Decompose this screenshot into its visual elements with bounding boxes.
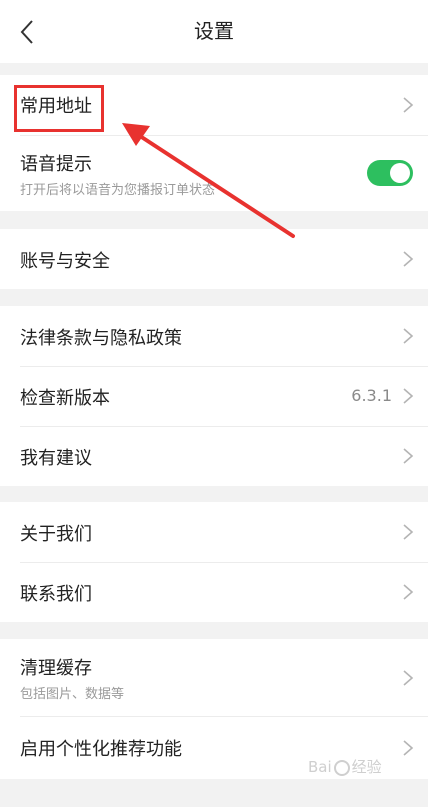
- watermark-text-a: Bai: [308, 758, 332, 776]
- settings-group-account: 账号与安全: [0, 229, 428, 289]
- settings-group-company: 关于我们 联系我们: [0, 502, 428, 622]
- chevron-right-icon: [403, 670, 414, 686]
- chevron-right-icon: [403, 251, 414, 267]
- watermark-logo: Bai 经验: [308, 756, 382, 777]
- row-legal-privacy[interactable]: 法律条款与隐私政策: [0, 306, 428, 366]
- row-account-security-label: 账号与安全: [20, 251, 110, 272]
- row-account-security[interactable]: 账号与安全: [0, 229, 428, 289]
- chevron-right-icon: [403, 328, 414, 344]
- navigation-bar: 设置: [0, 0, 428, 63]
- chevron-right-icon: [403, 448, 414, 464]
- row-feedback[interactable]: 我有建议: [0, 426, 428, 486]
- row-legal-privacy-label: 法律条款与隐私政策: [20, 328, 182, 349]
- row-clear-cache-label: 清理缓存: [20, 658, 92, 679]
- row-check-update[interactable]: 检查新版本 6.3.1: [0, 366, 428, 426]
- row-feedback-label: 我有建议: [20, 448, 92, 469]
- row-personalized-recommendation-label: 启用个性化推荐功能: [20, 739, 182, 760]
- highlight-box: [14, 85, 104, 132]
- row-voice-prompt-description: 打开后将以语音为您播报订单状态: [20, 183, 216, 198]
- page-title: 设置: [194, 19, 234, 43]
- chevron-right-icon: [403, 97, 414, 113]
- row-about-us[interactable]: 关于我们: [0, 502, 428, 562]
- voice-prompt-toggle[interactable]: [367, 160, 413, 186]
- row-check-update-label: 检查新版本: [20, 388, 110, 409]
- row-voice-prompt-label: 语音提示: [20, 154, 92, 175]
- row-voice-prompt: 语音提示 打开后将以语音为您播报订单状态: [0, 136, 428, 211]
- watermark-text-b: 经验: [351, 758, 382, 776]
- row-contact-us-label: 联系我们: [20, 584, 92, 605]
- settings-group-info: 法律条款与隐私政策 检查新版本 6.3.1 我有建议: [0, 306, 428, 486]
- chevron-right-icon: [403, 524, 414, 540]
- chevron-right-icon: [403, 388, 414, 404]
- chevron-right-icon: [403, 740, 414, 756]
- paw-icon: [333, 759, 350, 776]
- row-clear-cache[interactable]: 清理缓存 包括图片、数据等: [0, 639, 428, 716]
- row-clear-cache-description: 包括图片、数据等: [20, 687, 125, 702]
- row-about-us-label: 关于我们: [20, 524, 92, 545]
- chevron-right-icon: [403, 584, 414, 600]
- row-contact-us[interactable]: 联系我们: [0, 562, 428, 622]
- app-version-value: 6.3.1: [351, 386, 392, 405]
- toggle-knob: [390, 163, 410, 183]
